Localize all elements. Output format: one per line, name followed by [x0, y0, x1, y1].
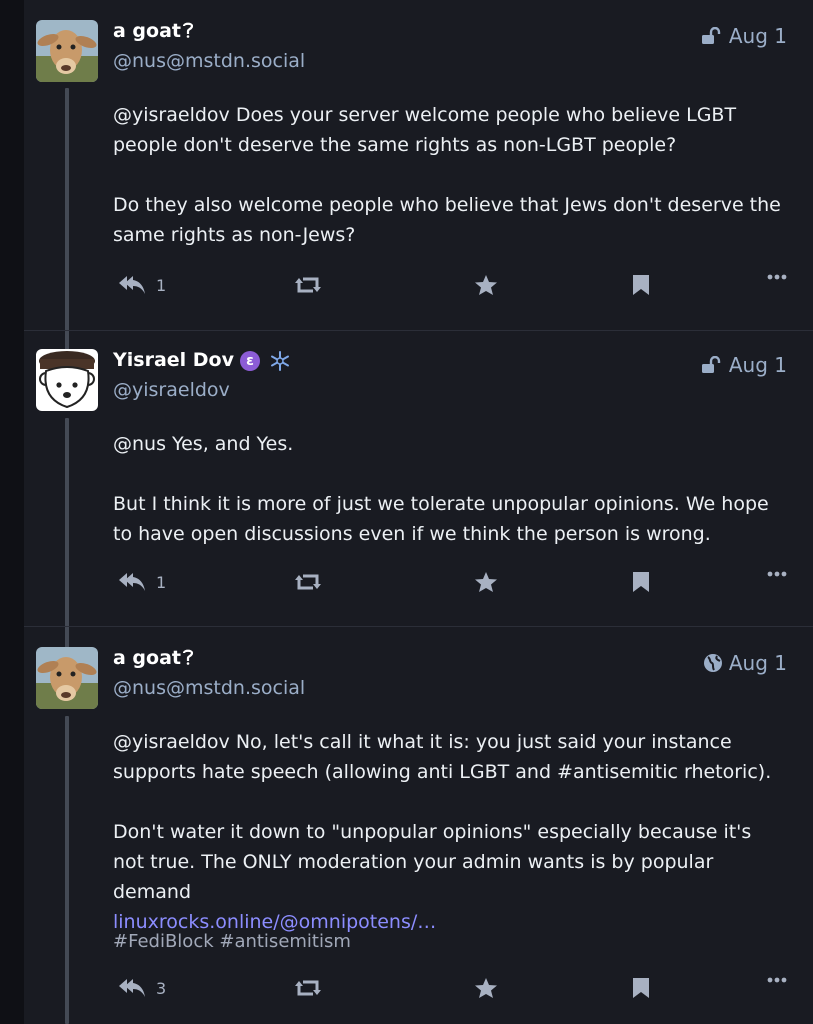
bookmark-button[interactable]	[632, 977, 650, 999]
more-button[interactable]	[767, 571, 787, 577]
boost-icon	[295, 980, 321, 996]
more-icon	[767, 274, 787, 280]
reply-all-icon	[119, 979, 145, 997]
star-icon	[475, 275, 497, 295]
status-paragraph: Do they also welcome people who believe …	[113, 194, 781, 246]
more-icon	[767, 977, 787, 983]
status-paragraph: @yisraeldov No, let's call it what it is…	[113, 731, 772, 783]
status-post[interactable]: a goat @nus@mstdn.social Aug 1 @yisraeld…	[24, 20, 813, 320]
star-icon	[475, 978, 497, 998]
status-content: @yisraeldov No, let's call it what it is…	[113, 727, 785, 937]
status-post[interactable]: Yisrael Dov ε @yisraeldov Aug 1 @nus Yes,…	[24, 349, 813, 619]
status-paragraph: @yisraeldov Does your server welcome peo…	[113, 104, 737, 156]
bookmark-icon	[633, 572, 649, 592]
status-date[interactable]: Aug 1	[729, 353, 787, 377]
mask-icon	[182, 22, 194, 38]
status-date[interactable]: Aug 1	[729, 651, 787, 675]
avatar[interactable]	[36, 20, 98, 82]
avatar[interactable]	[36, 349, 98, 411]
avatar[interactable]	[36, 647, 98, 709]
favourite-button[interactable]	[474, 977, 498, 999]
bookmark-button[interactable]	[632, 571, 650, 593]
status-content: @nus Yes, and Yes. But I think it is mor…	[113, 429, 785, 549]
star-icon	[475, 572, 497, 592]
reply-all-icon	[119, 573, 145, 591]
favourite-button[interactable]	[474, 274, 498, 296]
status-date[interactable]: Aug 1	[729, 24, 787, 48]
boost-icon	[295, 574, 321, 590]
reply-all-button[interactable]: 1	[118, 571, 166, 593]
status-meta: Aug 1	[703, 651, 787, 675]
reply-count: 1	[156, 572, 167, 592]
unlock-icon	[701, 27, 721, 44]
reply-count: 3	[156, 978, 167, 998]
bookmark-icon	[633, 978, 649, 998]
bear-avatar-image	[36, 349, 98, 411]
status-content: @yisraeldov Does your server welcome peo…	[113, 100, 785, 250]
display-name[interactable]: a goat	[113, 20, 194, 42]
status-post[interactable]: a goat @nus@mstdn.social Aug 1 @yisraeld…	[24, 647, 813, 1024]
boost-button[interactable]	[294, 274, 322, 296]
globe-icon	[703, 654, 722, 672]
hashtag-bar[interactable]: #FediBlock #antisemitism	[113, 931, 351, 952]
bookmark-icon	[633, 275, 649, 295]
status-actions: 3	[118, 977, 787, 1007]
more-button[interactable]	[767, 274, 787, 280]
boost-button[interactable]	[294, 571, 322, 593]
snowflake-icon	[271, 350, 289, 371]
emoji-badge: ε	[240, 350, 260, 371]
status-actions: 1	[118, 274, 787, 304]
boost-button[interactable]	[294, 977, 322, 999]
goat-avatar-image	[36, 20, 98, 82]
more-button[interactable]	[767, 977, 787, 983]
account-handle[interactable]: @yisraeldov	[113, 379, 230, 401]
status-meta: Aug 1	[701, 24, 787, 48]
boost-icon	[295, 277, 321, 293]
status-meta: Aug 1	[701, 353, 787, 377]
goat-avatar-image	[36, 647, 98, 709]
divider	[24, 330, 813, 331]
bookmark-button[interactable]	[632, 274, 650, 296]
status-actions: 1	[118, 571, 787, 601]
status-paragraph: @nus Yes, and Yes.	[113, 433, 294, 455]
display-name[interactable]: a goat	[113, 647, 194, 669]
account-handle[interactable]: @nus@mstdn.social	[113, 677, 305, 699]
status-paragraph: But I think it is more of just we tolera…	[113, 493, 769, 545]
mask-icon	[182, 649, 194, 665]
display-name[interactable]: Yisrael Dov ε	[113, 349, 290, 371]
reply-all-button[interactable]: 3	[118, 977, 166, 999]
favourite-button[interactable]	[474, 571, 498, 593]
reply-all-button[interactable]: 1	[118, 274, 166, 296]
unlock-icon	[701, 356, 721, 373]
more-icon	[767, 571, 787, 577]
account-handle[interactable]: @nus@mstdn.social	[113, 50, 305, 72]
left-edge	[0, 0, 24, 1024]
reply-count: 1	[156, 275, 167, 295]
reply-all-icon	[119, 276, 145, 294]
divider	[24, 626, 813, 627]
status-paragraph: Don't water it down to "unpopular opinio…	[113, 821, 752, 903]
